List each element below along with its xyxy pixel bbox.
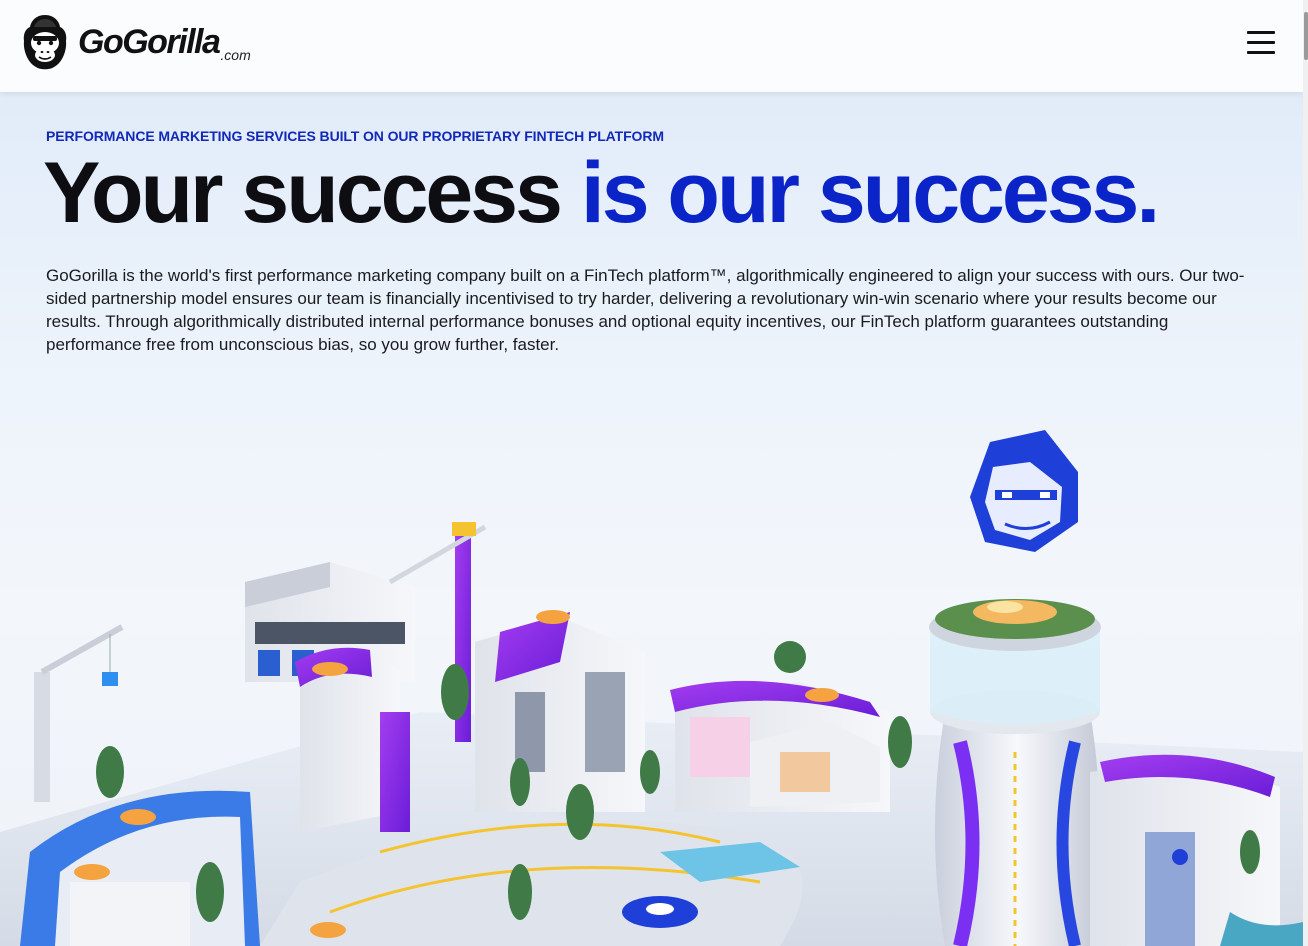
- hero-section: PERFORMANCE MARKETING SERVICES BUILT ON …: [0, 92, 1303, 946]
- hero-eyebrow: PERFORMANCE MARKETING SERVICES BUILT ON …: [46, 128, 664, 144]
- logo-suffix: .com: [220, 47, 251, 63]
- headline-dark-part: Your success: [43, 145, 581, 241]
- scrollbar-thumb[interactable]: [1304, 12, 1308, 60]
- hero-headline: Your success is our success.: [43, 144, 1160, 243]
- hamburger-menu-icon[interactable]: [1240, 26, 1282, 60]
- logo[interactable]: GoGorilla .com: [22, 13, 251, 71]
- site-header: GoGorilla .com: [0, 0, 1303, 92]
- headline-blue-part: is our success.: [580, 145, 1160, 241]
- isometric-city-illustration: [0, 430, 1303, 946]
- gorilla-logo-icon: [23, 15, 67, 70]
- hero-description: GoGorilla is the world's first performan…: [46, 266, 1245, 354]
- scrollbar[interactable]: [1303, 0, 1308, 946]
- logo-wordmark: GoGorilla: [78, 23, 221, 61]
